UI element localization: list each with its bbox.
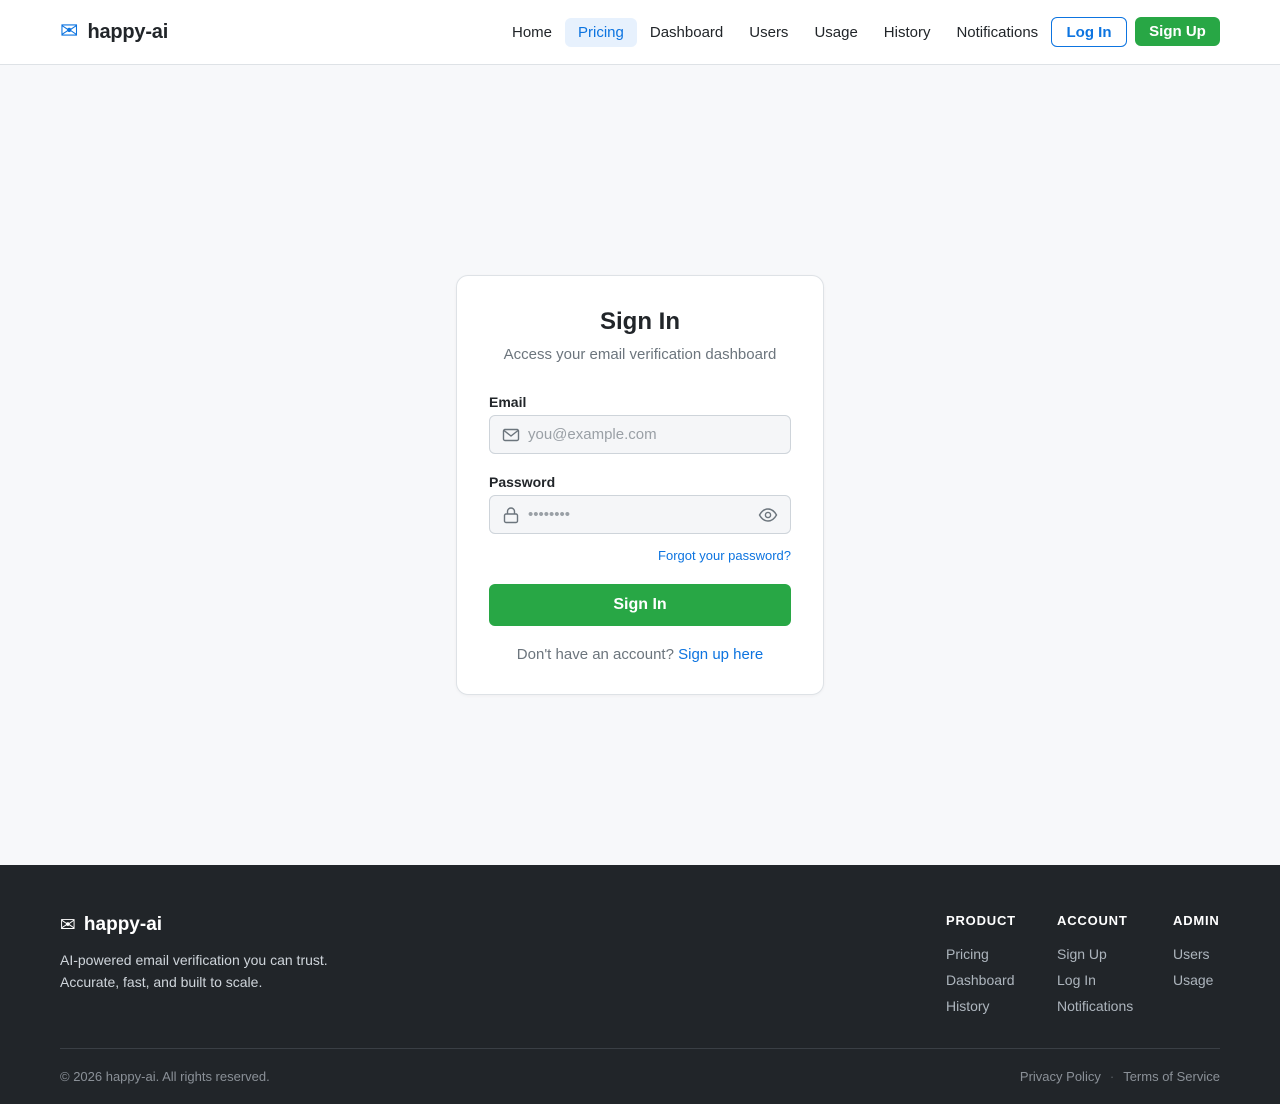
signup-prompt: Don't have an account? Sign up here (457, 646, 823, 663)
auth-buttons: Log In Sign Up (1051, 17, 1220, 47)
envelope-icon: ✉ (60, 914, 76, 936)
footer-column-admin: ADMIN Users Usage (1173, 913, 1220, 993)
nav-item-home[interactable]: Home (499, 18, 565, 47)
nav-item-history[interactable]: History (871, 18, 944, 47)
footer-brand: ✉ happy-ai (60, 914, 162, 936)
footer-link-signup[interactable]: Sign Up (1057, 941, 1133, 967)
footer-link-notifications[interactable]: Notifications (1057, 993, 1133, 1019)
lock-icon (503, 507, 519, 524)
footer-legal-links: Privacy Policy · Terms of Service (1020, 1069, 1220, 1084)
no-account-text: Don't have an account? (516, 646, 674, 663)
nav-item-usage[interactable]: Usage (801, 18, 870, 47)
footer-link-login[interactable]: Log In (1057, 967, 1133, 993)
signin-title: Sign In (600, 308, 680, 335)
email-input[interactable] (528, 416, 748, 453)
nav-item-notifications[interactable]: Notifications (943, 18, 1051, 47)
site-footer: ✉ happy-ai AI-powered email verification… (0, 865, 1280, 1104)
footer-copyright: © 2026 happy-ai. All rights reserved. (60, 1069, 270, 1084)
footer-link-users[interactable]: Users (1173, 941, 1220, 967)
envelope-icon: ✉ (60, 19, 79, 44)
signin-submit-button[interactable]: Sign In (489, 584, 791, 626)
signup-here-link[interactable]: Sign up here (678, 646, 763, 663)
footer-column-account: ACCOUNT Sign Up Log In Notifications (1057, 913, 1133, 1019)
eye-icon[interactable] (758, 506, 778, 524)
footer-tagline: AI-powered email verification you can tr… (60, 949, 360, 993)
footer-divider (60, 1048, 1220, 1049)
footer-tagline-line1: AI-powered email verification you can tr… (60, 952, 328, 968)
brand-logo-link[interactable]: ✉ happy-ai (60, 19, 168, 45)
nav-item-users[interactable]: Users (736, 18, 801, 47)
footer-heading-product: PRODUCT (946, 913, 1016, 928)
mail-icon (502, 428, 520, 442)
footer-link-history[interactable]: History (946, 993, 1016, 1019)
brand-name: happy-ai (87, 20, 169, 43)
password-label: Password (489, 474, 556, 490)
signin-card: Sign In Access your email verification d… (456, 275, 824, 695)
email-label: Email (489, 394, 527, 410)
footer-heading-account: ACCOUNT (1057, 913, 1128, 928)
signin-subtitle: Access your email verification dashboard (503, 346, 777, 363)
main-nav: Home Pricing Dashboard Users Usage Histo… (499, 17, 1051, 47)
footer-link-dashboard[interactable]: Dashboard (946, 967, 1016, 993)
footer-column-product: PRODUCT Pricing Dashboard History (946, 913, 1016, 1019)
signup-button[interactable]: Sign Up (1135, 17, 1220, 46)
terms-of-service-link[interactable]: Terms of Service (1123, 1069, 1220, 1084)
password-input[interactable] (528, 496, 748, 533)
email-field-wrapper (489, 415, 791, 454)
top-navbar: ✉ happy-ai Home Pricing Dashboard Users … (0, 0, 1280, 65)
footer-link-usage[interactable]: Usage (1173, 967, 1220, 993)
footer-tagline-line2: Accurate, fast, and built to scale. (60, 974, 263, 990)
footer-heading-admin: ADMIN (1173, 913, 1220, 928)
login-button[interactable]: Log In (1051, 17, 1127, 47)
nav-item-pricing[interactable]: Pricing (565, 17, 637, 47)
forgot-password-link[interactable]: Forgot your password? (658, 548, 791, 563)
footer-link-pricing[interactable]: Pricing (946, 941, 1016, 967)
privacy-policy-link[interactable]: Privacy Policy (1020, 1069, 1101, 1084)
password-field-wrapper (489, 495, 791, 534)
nav-item-dashboard[interactable]: Dashboard (637, 18, 736, 47)
footer-brand-name: happy-ai (83, 914, 163, 935)
footer-separator: · (1109, 1069, 1115, 1084)
